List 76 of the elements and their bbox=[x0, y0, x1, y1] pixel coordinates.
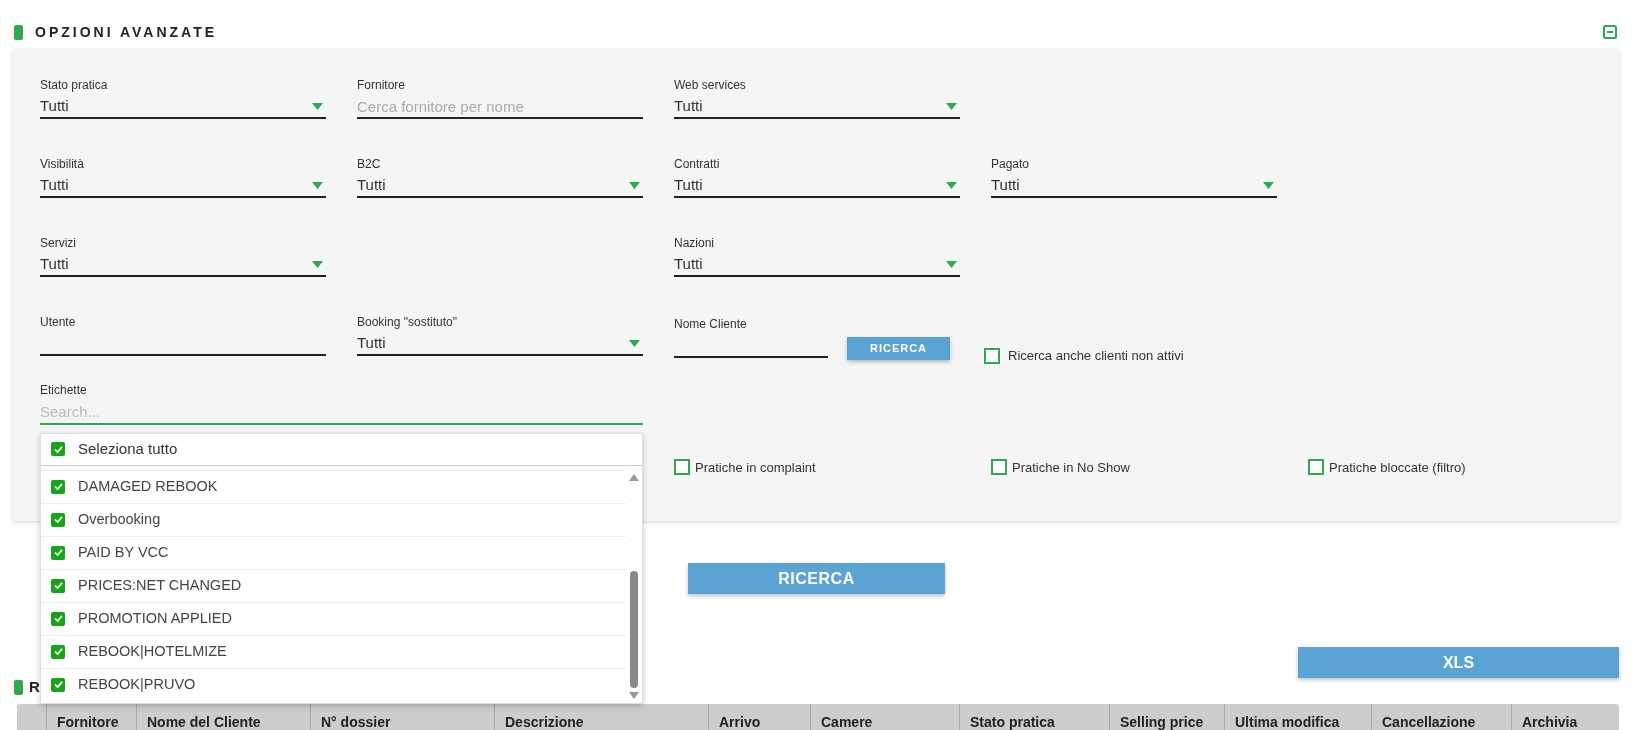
caret-icon bbox=[946, 102, 957, 110]
checkbox[interactable] bbox=[1308, 459, 1324, 476]
checkbox[interactable] bbox=[51, 578, 65, 593]
tag-option[interactable]: REBOOK|PRUVO bbox=[41, 667, 626, 701]
field-label: Fornitore bbox=[357, 77, 407, 93]
field-label: Web services bbox=[674, 77, 747, 93]
select-field[interactable]: Tutti bbox=[674, 95, 960, 119]
select-field[interactable]: Tutti bbox=[357, 174, 643, 198]
caret-icon bbox=[312, 181, 323, 189]
field-label: Stato pratica bbox=[40, 77, 109, 93]
checkbox-label: Pratiche in No Show bbox=[1012, 458, 1130, 477]
checkbox[interactable] bbox=[51, 677, 65, 692]
caret-icon bbox=[1263, 181, 1274, 189]
select-field[interactable]: Tutti bbox=[40, 253, 326, 277]
checkbox[interactable] bbox=[674, 459, 690, 476]
scroll-up-icon[interactable] bbox=[629, 473, 639, 481]
column-header: Ultima modifica bbox=[1235, 713, 1340, 730]
select-field[interactable]: Tutti bbox=[40, 95, 326, 119]
section-marker bbox=[14, 24, 23, 40]
column-header: Selling price bbox=[1120, 713, 1204, 730]
tag-option[interactable]: PAID BY VCC bbox=[41, 535, 626, 569]
caret-icon bbox=[946, 260, 957, 268]
select-field[interactable]: Tutti bbox=[674, 174, 960, 198]
tag-option[interactable]: PROMOTION APPLIED bbox=[41, 601, 626, 635]
column-header: Fornitore bbox=[57, 713, 119, 730]
column-header: Camere bbox=[821, 713, 873, 730]
field-label: Etichette bbox=[40, 381, 88, 398]
field-label: Booking "sostituto" bbox=[357, 314, 458, 330]
column-header: Cancellazione bbox=[1382, 713, 1476, 730]
select-field[interactable]: Tutti bbox=[357, 332, 643, 356]
tag-option[interactable]: REBOOK|HOTELMIZE bbox=[41, 634, 626, 668]
checkbox[interactable] bbox=[984, 347, 1000, 364]
caret-icon bbox=[629, 339, 640, 347]
collapse-icon[interactable] bbox=[1603, 25, 1617, 39]
field-label: Contratti bbox=[674, 156, 721, 172]
checkbox[interactable] bbox=[51, 611, 65, 626]
checkbox[interactable] bbox=[51, 545, 65, 560]
tag-option[interactable]: PRICES:NET CHANGED bbox=[41, 568, 626, 602]
field-label: B2C bbox=[357, 156, 382, 172]
checkbox[interactable] bbox=[991, 459, 1007, 476]
caret-icon bbox=[312, 260, 323, 268]
field-label: Nome Cliente bbox=[674, 316, 748, 332]
field-label: Utente bbox=[40, 314, 77, 330]
field-label: Nazioni bbox=[674, 235, 716, 251]
caret-icon bbox=[312, 102, 323, 110]
input-field[interactable]: Cerca fornitore per nome bbox=[357, 95, 643, 119]
scrollbar-thumb[interactable] bbox=[630, 570, 638, 688]
column-header: Descrizione bbox=[505, 713, 584, 730]
field-label: Pagato bbox=[991, 156, 1031, 172]
checkbox[interactable] bbox=[51, 442, 65, 456]
checkbox[interactable] bbox=[51, 479, 65, 494]
column-header: N° dossier bbox=[321, 713, 391, 730]
section-marker bbox=[14, 679, 23, 695]
checkbox-label: Ricerca anche clienti non attivi bbox=[1008, 347, 1184, 365]
column-header: Archivia bbox=[1522, 713, 1578, 730]
scroll-down-icon[interactable] bbox=[629, 691, 639, 699]
tag-option[interactable]: Overbooking bbox=[41, 502, 626, 536]
select-field[interactable]: Tutti bbox=[991, 174, 1277, 198]
column-header: Nome del Cliente bbox=[147, 713, 261, 730]
column-header: Stato pratica bbox=[970, 713, 1055, 730]
field-label: Visibilità bbox=[40, 156, 85, 172]
section-title: OPZIONI AVANZATE bbox=[35, 22, 218, 42]
search-field[interactable]: Search... bbox=[40, 399, 643, 425]
checkbox[interactable] bbox=[51, 512, 65, 527]
checkbox-label: Pratiche bloccate (filtro) bbox=[1329, 458, 1466, 477]
select-field[interactable]: Tutti bbox=[40, 174, 326, 198]
checkbox-label: Pratiche in complaint bbox=[695, 458, 816, 477]
caret-icon bbox=[946, 181, 957, 189]
caret-icon bbox=[629, 181, 640, 189]
column-header: Arrivo bbox=[719, 713, 761, 730]
field-label: Servizi bbox=[40, 235, 77, 251]
section-title: R bbox=[29, 676, 40, 697]
select-field[interactable]: Tutti bbox=[674, 253, 960, 277]
select-all-option[interactable]: Seleziona tutto bbox=[41, 433, 642, 466]
tag-option[interactable]: DAMAGED REBOOK bbox=[41, 469, 626, 503]
checkbox[interactable] bbox=[51, 644, 65, 659]
